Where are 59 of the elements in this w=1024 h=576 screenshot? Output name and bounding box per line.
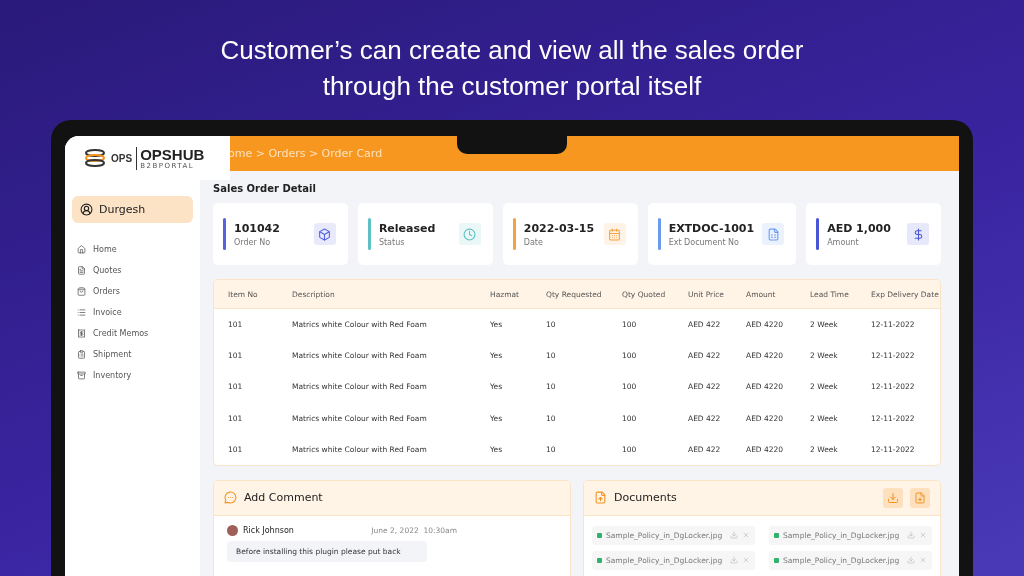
download-button[interactable] (907, 556, 915, 565)
logo-icon (83, 146, 107, 170)
box-icon (313, 223, 336, 245)
calendar-icon (603, 223, 626, 245)
panel-title: Documents (614, 491, 678, 505)
chat-icon (224, 491, 237, 505)
close-button[interactable] (742, 556, 750, 565)
logo-text: OPSHUB (140, 146, 205, 162)
archive-icon (77, 371, 86, 380)
list-icon (77, 308, 86, 317)
home-icon (77, 245, 86, 254)
close-button[interactable] (742, 531, 750, 540)
panel-title: Add Comment (244, 491, 324, 505)
file-icon (597, 557, 602, 563)
sidebar-item[interactable]: Orders (72, 281, 193, 302)
file-icon (774, 532, 779, 538)
card-label: Date (523, 237, 544, 247)
dollar-icon (907, 223, 929, 245)
sidebar-item[interactable]: Quotes (72, 260, 193, 281)
card-label: Status (378, 237, 406, 247)
logo-text: OPS (111, 152, 133, 164)
comment-author: Rick Johnson (243, 525, 295, 535)
sidebar-item[interactable]: Home (72, 239, 193, 260)
card-label: Order No (234, 237, 272, 247)
download-button[interactable] (907, 531, 915, 540)
sidebar-item[interactable]: Credit Memos (72, 323, 193, 344)
card-value: AED 1,000 (827, 221, 892, 235)
user-icon (80, 203, 93, 216)
card-value: 2022-03-15 (523, 221, 596, 235)
add-file-icon (914, 491, 926, 504)
card-value: Released (378, 221, 437, 235)
card-value: 101042 (234, 221, 281, 235)
download-button[interactable] (883, 487, 903, 508)
add-file-button[interactable] (910, 487, 930, 508)
card-value: EXTDOC-1001 (668, 221, 755, 235)
sidebar-item[interactable]: Shipment (72, 344, 193, 365)
card-label: Amount (827, 237, 860, 247)
document-icon (762, 223, 785, 245)
user-button[interactable]: Durgesh (72, 196, 193, 223)
clock-icon (458, 223, 481, 245)
headline: through the customer portal itself (322, 70, 702, 103)
download-button[interactable] (730, 531, 738, 540)
document-icon (77, 266, 86, 275)
page-title: Sales Order Detail (213, 183, 317, 194)
bag-icon (77, 287, 86, 296)
receipt-icon (77, 329, 86, 338)
close-button[interactable] (919, 531, 927, 540)
card-label: Ext Document No (668, 237, 740, 247)
file-icon (597, 532, 602, 538)
avatar (227, 524, 238, 536)
close-button[interactable] (919, 556, 927, 565)
file-icon (774, 557, 779, 563)
download-button[interactable] (730, 556, 738, 565)
headline: Customer’s can create and view all the sales order (220, 34, 804, 67)
download-icon (887, 491, 899, 504)
clipboard-icon (77, 350, 86, 359)
sidebar-item[interactable]: Invoice (72, 302, 193, 323)
sidebar-item[interactable]: Inventory (72, 365, 193, 386)
file-upload-icon (594, 491, 607, 505)
